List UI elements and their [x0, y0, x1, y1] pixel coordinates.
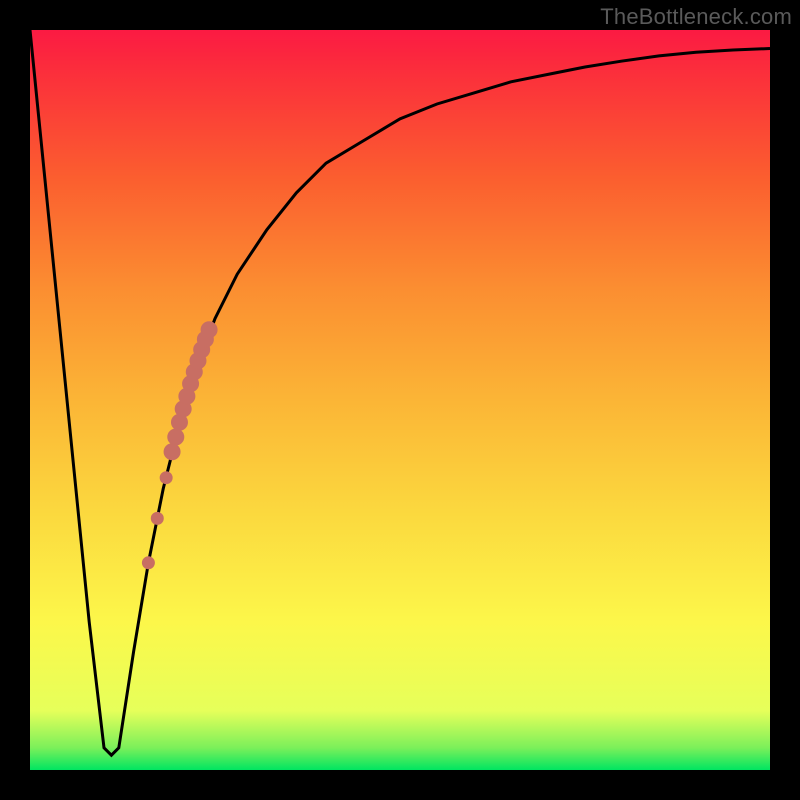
- data-marker: [168, 429, 184, 445]
- chart-frame: TheBottleneck.com: [0, 0, 800, 800]
- data-marker: [164, 444, 180, 460]
- data-marker: [151, 512, 163, 524]
- chart-svg: [30, 30, 770, 770]
- bottleneck-curve-path: [30, 30, 770, 755]
- data-marker: [142, 557, 154, 569]
- chart-plot-area: [30, 30, 770, 770]
- data-marker: [201, 322, 217, 338]
- watermark-text: TheBottleneck.com: [600, 4, 792, 30]
- data-marker: [160, 472, 172, 484]
